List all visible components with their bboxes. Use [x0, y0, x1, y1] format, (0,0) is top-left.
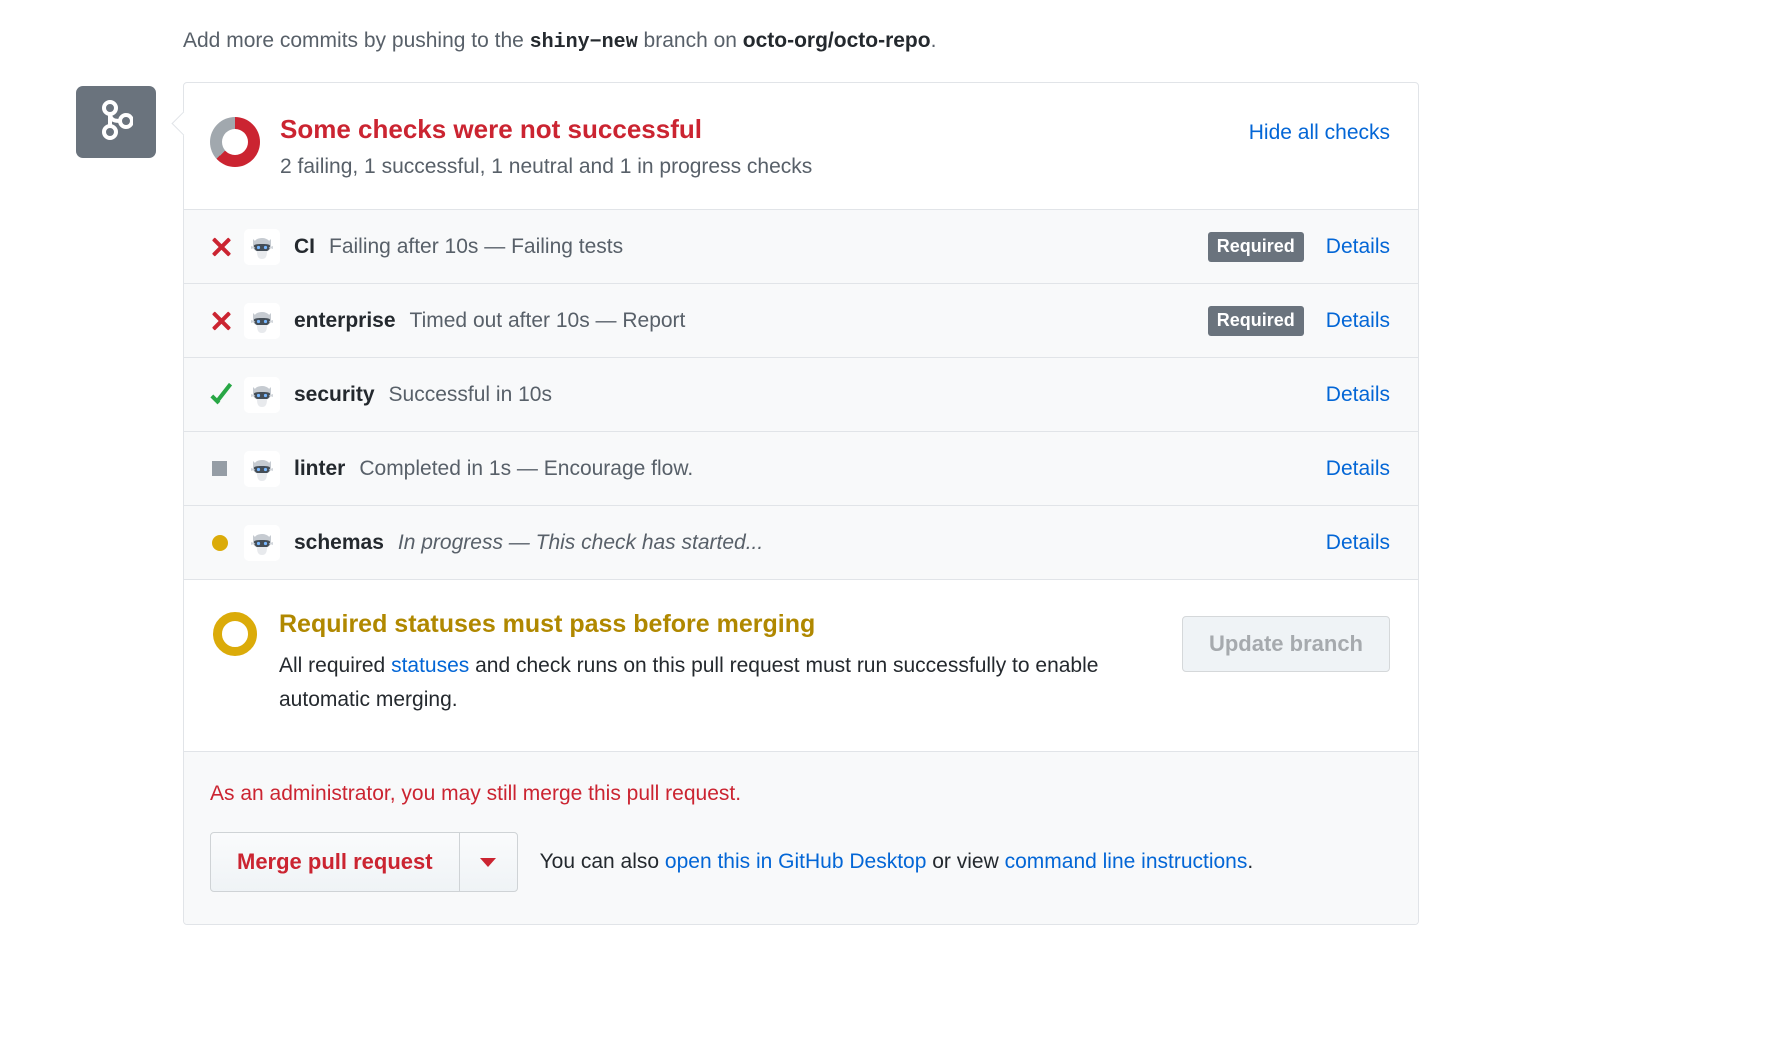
check-details-link[interactable]: Details: [1326, 383, 1390, 407]
required-badge: Required: [1208, 232, 1304, 262]
update-branch-button[interactable]: Update branch: [1182, 616, 1390, 672]
check-description: Successful in 10s: [389, 383, 552, 407]
octocat-avatar: [244, 525, 280, 561]
check-details-link[interactable]: Details: [1326, 309, 1390, 333]
open-in-github-desktop-link[interactable]: open this in GitHub Desktop: [665, 850, 926, 873]
required-statuses-title: Required statuses must pass before mergi…: [279, 608, 1149, 640]
push-notice-prefix: Add more commits by pushing to the: [183, 29, 530, 52]
merge-status-box: Some checks were not successful 2 failin…: [183, 82, 1419, 925]
check-name: linter: [294, 457, 345, 481]
admin-merge-note: As an administrator, you may still merge…: [210, 780, 1392, 808]
checks-list: CI Failing after 10s — Failing tests Requi…: [184, 210, 1418, 580]
branch-name: shiny−new: [530, 31, 638, 54]
required-body-before: All required: [279, 654, 391, 677]
check-row: linter Completed in 1s — Encourage flow. D…: [184, 432, 1418, 506]
merge-pull-request-button[interactable]: Merge pull request: [211, 833, 459, 891]
merge-hint-after: .: [1247, 850, 1253, 873]
statuses-link[interactable]: statuses: [391, 654, 469, 677]
check-icon: [210, 383, 234, 407]
x-icon: [210, 310, 232, 332]
chevron-down-icon: [480, 858, 496, 867]
pending-ring-icon: [213, 612, 257, 656]
check-description: Completed in 1s — Encourage flow.: [359, 457, 693, 481]
check-status-icon: [210, 383, 244, 407]
checks-summary-text: Some checks were not successful 2 failin…: [280, 113, 1392, 181]
push-commits-notice: Add more commits by pushing to the shiny…: [183, 26, 936, 58]
checks-summary-title: Some checks were not successful: [280, 113, 1392, 145]
partial-failure-donut-icon: [210, 117, 260, 167]
required-badge: Required: [1208, 306, 1304, 336]
check-details-link[interactable]: Details: [1326, 235, 1390, 259]
check-row: enterprise Timed out after 10s — Report Re…: [184, 284, 1418, 358]
merge-hint-text: You can also open this in GitHub Desktop…: [540, 850, 1254, 874]
git-merge-badge: [76, 86, 156, 158]
git-merge-icon: [99, 100, 133, 145]
merge-footer: As an administrator, you may still merge…: [184, 752, 1418, 924]
repository-name: octo-org/octo-repo: [743, 29, 931, 52]
required-statuses-body: All required statuses and check runs on …: [279, 649, 1149, 717]
merge-hint-middle: or view: [926, 850, 1004, 873]
octocat-avatar: [244, 229, 280, 265]
merge-button-group: Merge pull request: [210, 832, 518, 892]
merge-hint-before: You can also: [540, 850, 665, 873]
check-description: Failing after 10s — Failing tests: [329, 235, 623, 259]
check-name: schemas: [294, 531, 384, 555]
check-row: CI Failing after 10s — Failing tests Requi…: [184, 210, 1418, 284]
pull-request-merge-panel: Add more commits by pushing to the shiny…: [0, 0, 1778, 1052]
x-icon: [210, 236, 232, 258]
merge-options-dropdown-button[interactable]: [459, 833, 517, 891]
merge-actions: Merge pull request You can also open thi…: [210, 832, 1392, 892]
push-notice-suffix: .: [931, 29, 937, 52]
check-status-icon: [210, 236, 244, 258]
checks-summary-subtitle: 2 failing, 1 successful, 1 neutral and 1…: [280, 153, 1392, 181]
required-statuses-block: Required statuses must pass before mergi…: [184, 580, 1418, 752]
check-details-link[interactable]: Details: [1326, 457, 1390, 481]
octocat-avatar: [244, 377, 280, 413]
check-description: In progress — This check has started...: [398, 531, 763, 555]
push-notice-middle: branch on: [638, 29, 743, 52]
checks-summary-header: Some checks were not successful 2 failin…: [184, 83, 1418, 210]
required-statuses-text: Required statuses must pass before mergi…: [279, 608, 1149, 717]
hide-all-checks-link[interactable]: Hide all checks: [1249, 119, 1390, 147]
square-neutral-icon: [212, 461, 227, 476]
check-row: schemas In progress — This check has star…: [184, 506, 1418, 580]
command-line-instructions-link[interactable]: command line instructions: [1005, 850, 1248, 873]
octocat-avatar: [244, 303, 280, 339]
check-name: CI: [294, 235, 315, 259]
check-name: security: [294, 383, 375, 407]
check-details-link[interactable]: Details: [1326, 531, 1390, 555]
check-status-icon: [210, 461, 244, 476]
octocat-avatar: [244, 451, 280, 487]
check-name: enterprise: [294, 309, 396, 333]
check-description: Timed out after 10s — Report: [410, 309, 686, 333]
check-status-icon: [210, 535, 244, 551]
check-status-icon: [210, 310, 244, 332]
check-row: security Successful in 10s Details: [184, 358, 1418, 432]
dot-in-progress-icon: [212, 535, 228, 551]
